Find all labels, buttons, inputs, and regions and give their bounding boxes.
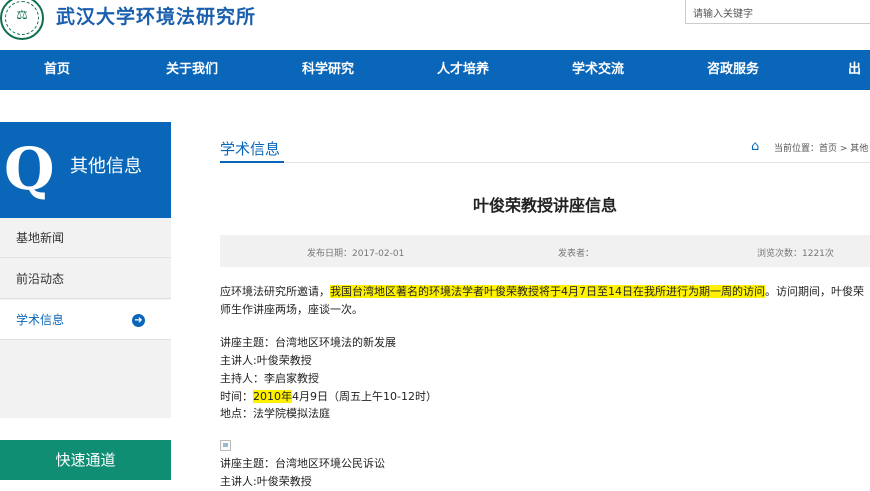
nav-item-publishing[interactable]: 出版	[848, 50, 870, 117]
author: 发表者：	[558, 249, 595, 259]
intro-text-c: 。访问期间，叶俊荣	[765, 285, 864, 298]
lecture2-speaker: 主讲人:叶俊荣教授	[220, 475, 312, 488]
time-year: 2010年	[253, 390, 292, 403]
site-header: ⚖ 武汉大学环境法研究所 请输入关键字	[0, 0, 870, 50]
intro-text-a: 应环境法研究所邀请，	[220, 285, 330, 298]
nav-item-home[interactable]: 首页	[44, 50, 70, 90]
lecture1-speaker: 主讲人:叶俊荣教授	[220, 354, 312, 367]
nav-item-talent[interactable]: 人才培养	[437, 50, 489, 90]
quick-access-title[interactable]: 快速通道	[0, 440, 171, 480]
lecture1-host: 主持人：李启家教授	[220, 372, 319, 385]
intro-line-1: 应环境法研究所邀请，我国台湾地区著名的环境法学者叶俊荣教授将于4月7日至14日在…	[220, 283, 870, 301]
home-icon[interactable]: ⌂	[751, 140, 765, 153]
scales-icon: ⚖	[16, 8, 28, 23]
sidebar-item-frontier[interactable]: 前沿动态	[0, 259, 171, 299]
article-title: 叶俊荣教授讲座信息	[472, 196, 617, 215]
breadcrumb[interactable]: 当前位置：首页 > 其他	[774, 141, 868, 154]
sidebar-menu: 基地新闻 前沿动态 学术信息 ➜	[0, 218, 171, 418]
intro-highlight: 我国台湾地区著名的环境法学者叶俊荣教授将于4月7日至14日在我所进行为期一周的访…	[330, 285, 765, 298]
arrow-right-icon: ➜	[132, 314, 145, 327]
lecture2-topic: 讲座主题：台湾地区环境公民诉讼	[220, 457, 385, 470]
article-meta-bar: 发布日期：2017-02-01 发表者： 浏览次数：1221次	[220, 235, 870, 267]
time-prefix: 时间：	[220, 390, 253, 403]
nav-item-exchange[interactable]: 学术交流	[572, 50, 624, 90]
sidebar-title: 其他信息	[70, 156, 142, 177]
sidebar-header: Q 其他信息	[0, 122, 171, 218]
nav-item-research[interactable]: 科学研究	[302, 50, 354, 90]
view-count: 浏览次数：1221次	[757, 249, 834, 259]
broken-image-icon	[220, 440, 231, 451]
sidebar-letter: Q	[4, 135, 55, 203]
lecture1-place: 地点：法学院模拟法庭	[220, 407, 330, 420]
search-input[interactable]: 请输入关键字	[685, 0, 870, 24]
section-divider-accent	[220, 161, 284, 163]
section-divider	[220, 161, 870, 163]
nav-item-about[interactable]: 关于我们	[166, 50, 218, 90]
section-title: 学术信息	[220, 140, 281, 158]
university-seal-icon[interactable]: ⚖	[0, 0, 44, 40]
main-nav: 首页 关于我们 科学研究 人才培养 学术交流 咨政服务 出版	[0, 50, 870, 117]
lecture1-time: 时间：2010年4月9日（周五上午10-12时）	[220, 388, 870, 406]
time-rest: 4月9日（周五上午10-12时）	[292, 390, 437, 403]
publish-date: 发布日期：2017-02-01	[307, 249, 405, 259]
sidebar-item-label: 学术信息	[16, 313, 65, 327]
sidebar-item-base-news[interactable]: 基地新闻	[0, 218, 171, 258]
site-title[interactable]: 武汉大学环境法研究所	[56, 2, 256, 29]
sidebar-item-academic[interactable]: 学术信息 ➜	[0, 300, 171, 340]
nav-item-consulting[interactable]: 咨政服务	[707, 50, 759, 90]
lecture1-topic: 讲座主题：台湾地区环境法的新发展	[220, 336, 396, 349]
intro-line-2: 师生作讲座两场，座谈一次。	[220, 303, 363, 316]
